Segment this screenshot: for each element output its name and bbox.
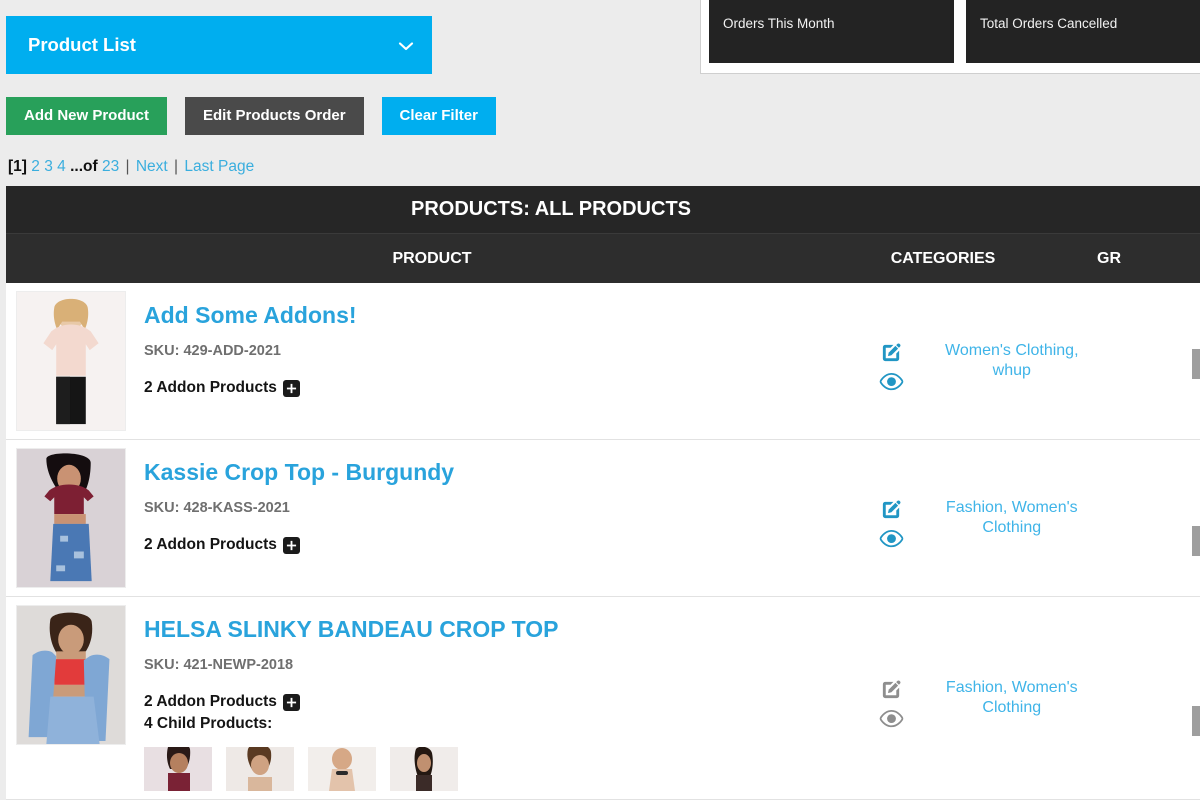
product-cell: Kassie Crop Top - Burgundy SKU: 428-KASS… — [6, 440, 855, 596]
add-to-group-button[interactable]: Ad — [1191, 706, 1200, 737]
cart-icon — [723, 0, 763, 2]
page-root: 0 Orders This Month 115 Total Orders Can… — [0, 0, 1200, 800]
product-thumbnail[interactable] — [16, 448, 126, 588]
product-cell: Add Some Addons! SKU: 429-ADD-2021 2 Add… — [6, 283, 855, 439]
edit-pencil-icon[interactable] — [880, 341, 903, 364]
category-link[interactable]: Fashion — [946, 679, 1003, 696]
product-list-select[interactable]: Product List — [6, 16, 432, 74]
addon-products-label: 2 Addon Products — [144, 379, 277, 397]
product-info: Kassie Crop Top - Burgundy SKU: 428-KASS… — [126, 448, 855, 588]
edit-pencil-icon[interactable] — [880, 498, 903, 521]
edit-pencil-icon[interactable] — [880, 678, 903, 701]
product-info: HELSA SLINKY BANDEAU CROP TOP SKU: 421-N… — [126, 605, 855, 792]
product-title[interactable]: HELSA SLINKY BANDEAU CROP TOP — [144, 616, 855, 642]
category-separator: , — [1074, 342, 1079, 359]
pagination-page-3[interactable]: 3 — [44, 158, 53, 175]
product-thumbnail[interactable] — [16, 605, 126, 745]
product-sku: SKU: 428-KASS-2021 — [144, 500, 290, 517]
child-product-thumbnails — [144, 747, 855, 792]
stat-top: 0 — [723, 0, 942, 8]
addon-products-line: 2 Addon Products — [144, 379, 855, 397]
category-link[interactable]: Fashion — [946, 499, 1003, 516]
plus-icon[interactable] — [282, 693, 300, 711]
category-links: Women's Clothing, whup — [931, 341, 1092, 381]
groups-cell: ProInfor Ad — [1097, 440, 1200, 596]
product-list-select-value: Product List — [28, 34, 136, 55]
addon-products-label: 2 Addon Products — [144, 536, 277, 554]
product-title[interactable]: Kassie Crop Top - Burgundy — [144, 459, 855, 485]
stat-label: Total Orders Cancelled — [980, 16, 1118, 31]
plus-icon[interactable] — [282, 379, 300, 397]
table-row[interactable]: HELSA SLINKY BANDEAU CROP TOP SKU: 421-N… — [6, 597, 1200, 800]
categories-cell: Fashion, Women's Clothing — [927, 597, 1096, 799]
stat-label: Orders This Month — [723, 16, 835, 31]
products-table-header: PRODUCT CATEGORIES GR — [6, 233, 1200, 283]
pagination-next-link[interactable]: Next — [136, 158, 168, 175]
row-action-icons — [855, 283, 927, 439]
stat-top: 115 — [980, 0, 1199, 8]
product-thumbnail[interactable] — [16, 291, 126, 431]
category-links: Fashion, Women's Clothing — [931, 678, 1092, 718]
product-cell: HELSA SLINKY BANDEAU CROP TOP SKU: 421-N… — [6, 597, 855, 799]
pagination-total-pages[interactable]: 23 — [102, 158, 119, 175]
pagination-current-page: [1] — [8, 158, 27, 175]
product-sku: SKU: 421-NEWP-2018 — [144, 657, 294, 674]
groups-cell: Ad — [1097, 283, 1200, 439]
child-product-thumbnail[interactable] — [308, 747, 376, 792]
category-link[interactable]: whup — [993, 362, 1031, 379]
eye-icon[interactable] — [879, 709, 904, 729]
category-links: Fashion, Women's Clothing — [931, 498, 1092, 538]
pagination-separator-1: | — [125, 158, 130, 175]
pagination: [1] 2 3 4 ...of 23 | Next | Last Page — [8, 158, 254, 176]
pagination-page-2[interactable]: 2 — [31, 158, 40, 175]
child-products-label: 4 Child Products: — [144, 715, 273, 733]
stat-card-orders-this-month[interactable]: 0 Orders This Month — [709, 0, 954, 63]
plus-icon[interactable] — [282, 536, 300, 554]
products-table-title: PRODUCTS: ALL PRODUCTS — [6, 186, 1200, 233]
add-to-group-button[interactable]: Ad — [1191, 526, 1200, 556]
add-new-product-button[interactable]: Add New Product — [6, 97, 168, 135]
stat-value: 0 — [773, 0, 794, 1]
add-to-group-button[interactable]: Ad — [1191, 349, 1200, 379]
products-table: PRODUCTS: ALL PRODUCTS PRODUCT CATEGORIE… — [6, 186, 1200, 800]
column-header-categories: CATEGORIES — [890, 249, 996, 267]
column-header-product: PRODUCT — [392, 249, 472, 267]
product-title[interactable]: Add Some Addons! — [144, 302, 855, 328]
child-product-thumbnail[interactable] — [226, 747, 294, 792]
clear-filter-button[interactable]: Clear Filter — [381, 97, 496, 135]
action-button-row: Add New Product Edit Products Order Clea… — [6, 97, 496, 135]
addon-products-line: 2 Addon Products — [144, 536, 855, 554]
eye-icon[interactable] — [879, 529, 904, 549]
addon-products-label: 2 Addon Products — [144, 693, 277, 711]
child-product-thumbnail[interactable] — [390, 747, 458, 792]
category-separator: , — [1002, 499, 1008, 516]
edit-products-order-button[interactable]: Edit Products Order — [185, 97, 364, 135]
category-link[interactable]: Women's Clothing — [945, 342, 1074, 359]
groups-cell: ProInfor Ad — [1097, 597, 1200, 799]
stats-panel: 0 Orders This Month 115 Total Orders Can… — [700, 0, 1200, 74]
column-header-groups: GR — [1097, 249, 1121, 267]
stat-value: 115 — [1030, 0, 1091, 1]
product-info: Add Some Addons! SKU: 429-ADD-2021 2 Add… — [126, 291, 855, 431]
categories-cell: Women's Clothing, whup — [927, 283, 1096, 439]
child-product-thumbnail[interactable] — [144, 747, 212, 792]
table-row[interactable]: Kassie Crop Top - Burgundy SKU: 428-KASS… — [6, 440, 1200, 597]
eye-icon[interactable] — [879, 372, 904, 392]
pagination-separator-2: | — [174, 158, 179, 175]
addon-products-line: 2 Addon Products — [144, 693, 855, 711]
pagination-last-page-link[interactable]: Last Page — [184, 158, 254, 175]
categories-cell: Fashion, Women's Clothing — [927, 440, 1096, 596]
category-separator: , — [1002, 679, 1008, 697]
chevron-down-icon — [398, 37, 414, 53]
row-action-icons — [855, 597, 927, 799]
ban-icon — [980, 0, 1020, 2]
product-sku: SKU: 429-ADD-2021 — [144, 343, 281, 360]
table-row[interactable]: Add Some Addons! SKU: 429-ADD-2021 2 Add… — [6, 283, 1200, 440]
pagination-page-4[interactable]: 4 — [57, 158, 66, 175]
pagination-of-label: ...of — [70, 158, 98, 175]
row-action-icons — [855, 440, 927, 596]
stat-card-total-orders-cancelled[interactable]: 115 Total Orders Cancelled — [966, 0, 1200, 63]
